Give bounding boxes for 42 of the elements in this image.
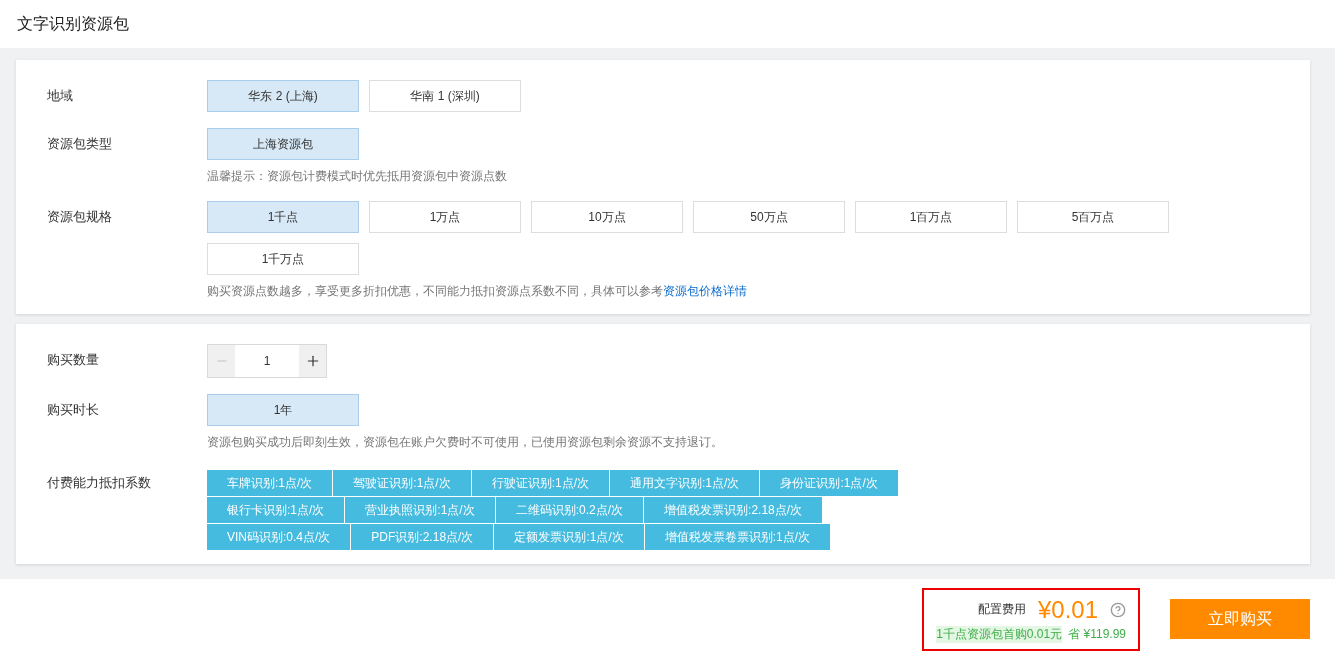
option-button[interactable]: 10万点 (531, 201, 683, 233)
hint-text: 资源包购买成功后即刻生效，资源包在账户欠费时不可使用，已使用资源包剩余资源不支持退订。 (207, 434, 724, 451)
deduction-tag: 车牌识别:1点/次 (207, 470, 333, 496)
field-label: 资源包规格 (47, 208, 113, 226)
deduction-tag: 驾驶证识别:1点/次 (333, 470, 471, 496)
deduction-tag: 银行卡识别:1点/次 (207, 497, 345, 523)
deduction-tag: 营业执照识别:1点/次 (345, 497, 495, 523)
deduction-tag: 通用文字识别:1点/次 (610, 470, 760, 496)
deduction-tag: PDF识别:2.18点/次 (351, 524, 494, 550)
deduction-tag: 定额发票识别:1点/次 (494, 524, 644, 550)
deduction-tag: 增值税发票卷票识别:1点/次 (644, 524, 831, 550)
option-button[interactable]: 华南 1 (深圳) (369, 80, 521, 112)
option-button[interactable]: 50万点 (693, 201, 845, 233)
option-button[interactable]: 1千点 (207, 201, 359, 233)
option-button[interactable]: 华东 2 (上海) (207, 80, 359, 112)
hint-text: 购买资源点数越多，享受更多折扣优惠，不同能力抵扣资源点系数不同，具体可以参考资源包价格详情 (207, 283, 748, 300)
deduction-tag: 身份证识别:1点/次 (760, 470, 898, 496)
option-button[interactable]: 5百万点 (1017, 201, 1169, 233)
price-details-link[interactable]: 资源包价格详情 (663, 284, 747, 298)
field-label: 付费能力抵扣系数 (47, 474, 152, 492)
promo-text: 1千点资源包首购0.01元 (936, 625, 1063, 643)
option-button[interactable]: 上海资源包 (207, 128, 359, 160)
quantity-stepper[interactable]: 1 (207, 344, 327, 378)
hint-text: 温馨提示：资源包计费模式时优先抵用资源包中资源点数 (207, 168, 508, 185)
deduction-tag: 行驶证识别:1点/次 (471, 470, 610, 496)
field-label: 资源包类型 (47, 135, 113, 153)
field-label: 购买数量 (47, 351, 100, 369)
deduction-tag: VIN码识别:0.4点/次 (207, 524, 351, 550)
option-button[interactable]: 1千万点 (207, 243, 359, 275)
price: ¥0.01 (1037, 595, 1098, 624)
plus-icon[interactable] (299, 345, 326, 377)
field-label: 地域 (47, 87, 74, 105)
page-title: 文字识别资源包 (17, 13, 129, 34)
option-button[interactable]: 1万点 (369, 201, 521, 233)
deduction-tag: 增值税发票识别:2.18点/次 (644, 497, 823, 523)
help-icon[interactable] (1110, 601, 1126, 618)
deduction-tag: 二维码识别:0.2点/次 (495, 497, 644, 523)
option-button[interactable]: 1年 (207, 394, 359, 426)
option-button[interactable]: 1百万点 (855, 201, 1007, 233)
field-label: 购买时长 (47, 401, 100, 419)
cost-label: 配置费用 (977, 601, 1026, 618)
saving-text: 省 ¥119.99 (1068, 625, 1126, 643)
